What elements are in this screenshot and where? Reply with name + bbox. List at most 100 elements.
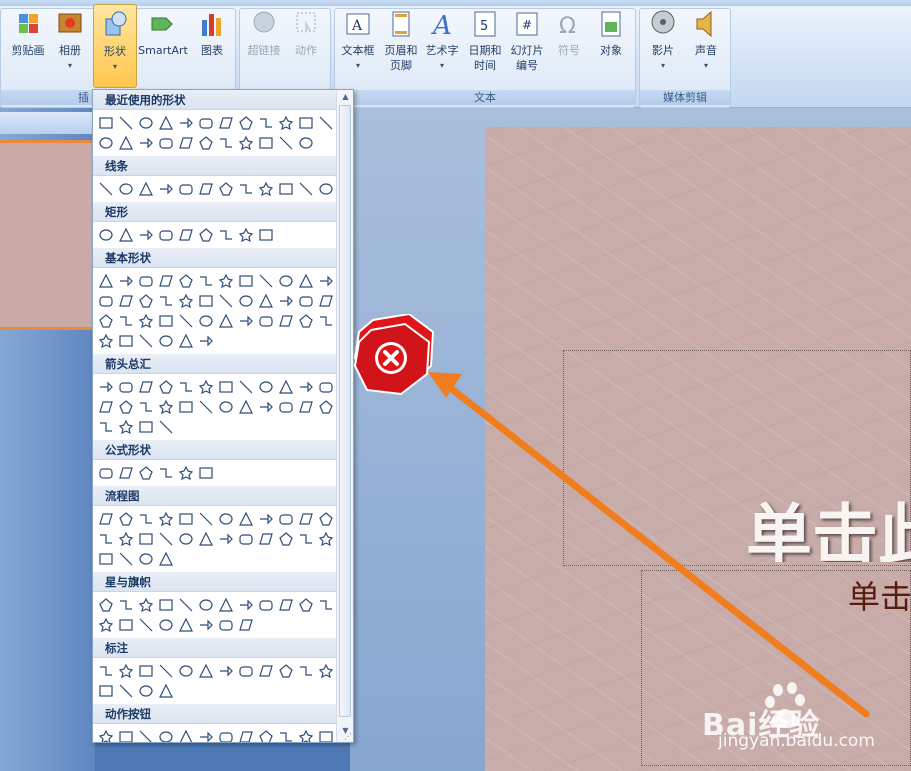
shape-item[interactable] (156, 509, 176, 529)
shape-item[interactable] (196, 615, 216, 635)
slide-number-button[interactable]: # 幻灯片编号 (505, 4, 549, 88)
shape-item[interactable] (136, 549, 156, 569)
shape-item[interactable] (96, 529, 116, 549)
textbox-button[interactable]: A 文本框 ▾ (336, 4, 380, 88)
shape-item[interactable] (156, 463, 176, 483)
shape-item[interactable] (276, 377, 296, 397)
shape-item[interactable] (116, 509, 136, 529)
shape-item[interactable] (156, 727, 176, 742)
shape-item[interactable] (216, 615, 236, 635)
shape-item[interactable] (276, 133, 296, 153)
shape-item[interactable] (156, 377, 176, 397)
shape-item[interactable] (236, 509, 256, 529)
shape-item[interactable] (196, 377, 216, 397)
shape-item[interactable] (296, 529, 316, 549)
shape-item[interactable] (196, 179, 216, 199)
shape-item[interactable] (196, 727, 216, 742)
shape-item[interactable] (296, 727, 316, 742)
shape-item[interactable] (196, 225, 216, 245)
shape-item[interactable] (236, 225, 256, 245)
shape-item[interactable] (296, 377, 316, 397)
shape-item[interactable] (316, 595, 336, 615)
shape-item[interactable] (176, 133, 196, 153)
shape-item[interactable] (116, 595, 136, 615)
shape-item[interactable] (216, 133, 236, 153)
shape-item[interactable] (216, 397, 236, 417)
shape-item[interactable] (176, 311, 196, 331)
shape-item[interactable] (296, 595, 316, 615)
shape-item[interactable] (176, 271, 196, 291)
shape-item[interactable] (296, 291, 316, 311)
shape-item[interactable] (316, 271, 336, 291)
shape-item[interactable] (196, 397, 216, 417)
shape-item[interactable] (276, 727, 296, 742)
shape-item[interactable] (316, 529, 336, 549)
shape-item[interactable] (136, 113, 156, 133)
shape-item[interactable] (156, 681, 176, 701)
shape-item[interactable] (116, 133, 136, 153)
shape-item[interactable] (216, 595, 236, 615)
shape-item[interactable] (256, 271, 276, 291)
shape-item[interactable] (96, 397, 116, 417)
shape-item[interactable] (156, 549, 176, 569)
shape-item[interactable] (136, 397, 156, 417)
shape-item[interactable] (96, 179, 116, 199)
shape-item[interactable] (196, 509, 216, 529)
shape-item[interactable] (136, 463, 156, 483)
shape-item[interactable] (256, 113, 276, 133)
shape-item[interactable] (136, 615, 156, 635)
shape-item[interactable] (236, 727, 256, 742)
shape-item[interactable] (96, 595, 116, 615)
shape-item[interactable] (296, 271, 316, 291)
shape-item[interactable] (176, 661, 196, 681)
shape-item[interactable] (156, 417, 176, 437)
shape-item[interactable] (256, 291, 276, 311)
shape-item[interactable] (96, 727, 116, 742)
shape-item[interactable] (276, 179, 296, 199)
shape-item[interactable] (196, 463, 216, 483)
shape-item[interactable] (236, 291, 256, 311)
shape-item[interactable] (156, 331, 176, 351)
shape-item[interactable] (96, 311, 116, 331)
shape-item[interactable] (196, 311, 216, 331)
shape-item[interactable] (136, 225, 156, 245)
shape-item[interactable] (116, 661, 136, 681)
shape-item[interactable] (276, 291, 296, 311)
scroll-thumb[interactable] (339, 105, 351, 717)
shape-item[interactable] (176, 179, 196, 199)
shape-item[interactable] (216, 377, 236, 397)
wordart-button[interactable]: A 艺术字 ▾ (420, 4, 464, 88)
shape-item[interactable] (116, 291, 136, 311)
shape-item[interactable] (136, 661, 156, 681)
shape-item[interactable] (296, 113, 316, 133)
shape-item[interactable] (316, 377, 336, 397)
shape-item[interactable] (196, 661, 216, 681)
shape-item[interactable] (116, 463, 136, 483)
datetime-button[interactable]: 5 日期和时间 (463, 4, 507, 88)
shape-item[interactable] (276, 397, 296, 417)
shape-item[interactable] (96, 225, 116, 245)
shape-item[interactable] (276, 661, 296, 681)
shape-item[interactable] (256, 377, 276, 397)
slides-pane-tabs[interactable] (0, 112, 95, 134)
shape-item[interactable] (116, 113, 136, 133)
shape-item[interactable] (116, 615, 136, 635)
shape-item[interactable] (196, 291, 216, 311)
shape-item[interactable] (276, 311, 296, 331)
hyperlink-button[interactable]: 超链接 (242, 4, 286, 88)
shape-item[interactable] (96, 509, 116, 529)
shape-item[interactable] (216, 179, 236, 199)
shape-item[interactable] (136, 377, 156, 397)
shape-item[interactable] (116, 727, 136, 742)
shape-item[interactable] (116, 397, 136, 417)
smartart-button[interactable]: SmartArt (136, 4, 190, 88)
shape-item[interactable] (236, 661, 256, 681)
shape-item[interactable] (96, 291, 116, 311)
object-button[interactable]: 对象 (589, 4, 633, 88)
shape-item[interactable] (176, 113, 196, 133)
symbol-button[interactable]: Ω 符号 (547, 4, 591, 88)
shape-item[interactable] (96, 681, 116, 701)
shape-item[interactable] (156, 271, 176, 291)
shape-item[interactable] (96, 417, 116, 437)
shape-item[interactable] (236, 271, 256, 291)
